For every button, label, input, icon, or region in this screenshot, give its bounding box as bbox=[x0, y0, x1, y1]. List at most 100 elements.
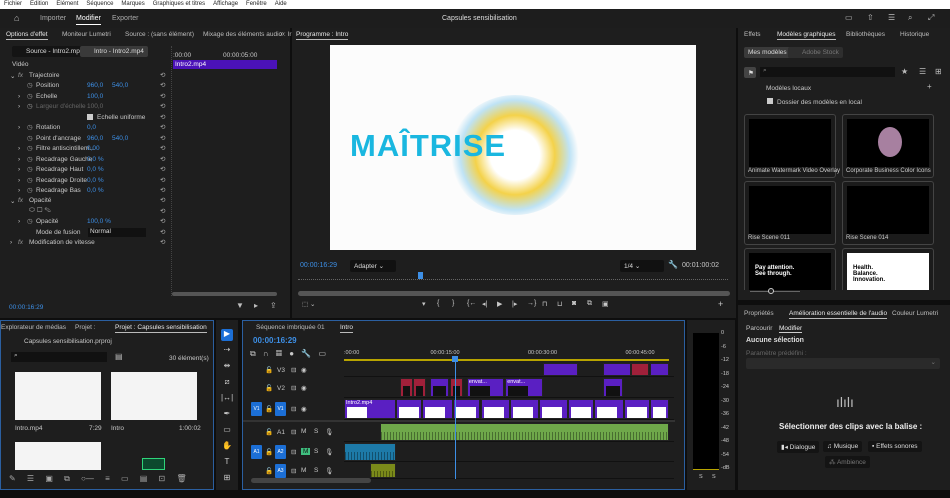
param-value[interactable]: 0,0 % bbox=[87, 177, 104, 184]
play-icon[interactable]: ▶ bbox=[497, 300, 502, 308]
dialogue-button[interactable]: ▮◂ Dialogue bbox=[777, 441, 820, 453]
menu-item-5[interactable]: Graphiques et titres bbox=[153, 1, 205, 7]
clip[interactable] bbox=[453, 399, 481, 419]
effect-row[interactable]: Echelle uniforme ⟲ bbox=[0, 113, 170, 123]
source-patch[interactable]: V1 bbox=[251, 402, 262, 416]
mic-icon[interactable]: 🎙 bbox=[325, 467, 333, 475]
tab-graphics-templates[interactable]: Modèles graphiques bbox=[777, 31, 836, 40]
param-value[interactable]: 960,0 bbox=[87, 82, 103, 89]
param-value[interactable]: 100,0 bbox=[87, 103, 103, 110]
music-button[interactable]: ♫ Musique bbox=[823, 441, 863, 452]
lock-icon[interactable]: 🔓 bbox=[265, 366, 273, 374]
eye-icon[interactable]: ◉ bbox=[301, 384, 307, 392]
blend-mode-select[interactable]: Normal bbox=[88, 227, 146, 237]
effect-row[interactable]: ◷ Position 960,0 540,0 ⟲ bbox=[0, 81, 170, 91]
program-playhead[interactable] bbox=[418, 272, 424, 279]
type-icon[interactable]: T bbox=[221, 457, 233, 469]
reset-icon[interactable]: ⟲ bbox=[160, 228, 165, 236]
compare-icon[interactable]: ⧉ bbox=[587, 300, 592, 308]
reset-icon[interactable]: ⟲ bbox=[160, 71, 165, 79]
mute-button[interactable]: M bbox=[301, 428, 306, 435]
audio-item-icon[interactable] bbox=[142, 458, 165, 470]
lock-icon[interactable]: 🔓 bbox=[265, 448, 273, 456]
clip[interactable] bbox=[568, 399, 595, 419]
expand-icon[interactable]: › bbox=[18, 177, 20, 184]
tab-program[interactable]: Programme : Intro bbox=[296, 31, 349, 40]
stopwatch-icon[interactable]: ◷ bbox=[27, 165, 33, 173]
project-search-input[interactable]: ⌕ bbox=[11, 352, 107, 362]
clip[interactable] bbox=[594, 399, 624, 419]
track-target[interactable]: A3 bbox=[275, 463, 286, 478]
lock-icon[interactable]: 🔓 bbox=[265, 467, 273, 475]
clip[interactable]: envat... bbox=[505, 378, 543, 397]
sync-icon[interactable]: ⊟ bbox=[291, 448, 296, 456]
template-card[interactable]: Rise Scene 014 bbox=[842, 181, 934, 245]
workspace-importer[interactable]: Importer bbox=[40, 15, 66, 22]
clip[interactable] bbox=[623, 399, 650, 419]
effect-row[interactable]: ⬭ ▢ ✎ ⟲ bbox=[0, 207, 170, 217]
effect-row[interactable]: Mode de fusion Normal ⟲ bbox=[0, 227, 170, 238]
template-card[interactable]: Health. Balance. Innovation. bbox=[842, 248, 934, 290]
reset-icon[interactable]: ⟲ bbox=[160, 92, 165, 100]
go-to-in-icon[interactable]: {← bbox=[467, 300, 476, 307]
insert-icon[interactable]: ⊓ bbox=[542, 300, 547, 308]
menu-item-4[interactable]: Marques bbox=[121, 1, 144, 7]
template-card[interactable]: Corporate Business Color Icons bbox=[842, 114, 934, 178]
track-target[interactable]: V1 bbox=[275, 402, 286, 416]
rectangle-icon[interactable]: ▭ bbox=[221, 425, 233, 437]
param-value[interactable]: 0,00 bbox=[87, 145, 100, 152]
effect-timecode[interactable]: 00:00:16:29 bbox=[9, 304, 43, 311]
mask-tools[interactable]: ⬭ ▢ ✎ bbox=[29, 207, 51, 215]
fx-icon[interactable]: fx bbox=[18, 197, 23, 204]
clip[interactable] bbox=[399, 378, 413, 397]
reset-icon[interactable]: ⟲ bbox=[160, 123, 165, 131]
program-scrollbar[interactable] bbox=[298, 291, 730, 296]
tab-essential-sound[interactable]: Amélioration essentielle de l'audio bbox=[789, 310, 888, 319]
effect-row[interactable]: › ◷ Recadrage Droite 0,0 % ⟲ bbox=[0, 176, 170, 186]
mark-out-icon[interactable]: } bbox=[452, 300, 454, 307]
playhead[interactable] bbox=[454, 362, 456, 479]
proxy-icon[interactable]: ▣ bbox=[602, 300, 609, 308]
stopwatch-icon[interactable]: ◷ bbox=[27, 134, 33, 142]
ambience-button[interactable]: ⁂ Ambience bbox=[825, 456, 870, 468]
mark-in-icon[interactable]: { bbox=[437, 300, 439, 307]
selection-tool-icon[interactable]: ▶ bbox=[221, 329, 233, 341]
checkbox[interactable] bbox=[87, 113, 93, 120]
chevron-icon[interactable]: › bbox=[10, 239, 12, 246]
mini-clip[interactable]: Intro2.mp4 bbox=[173, 60, 277, 69]
chevron-icon[interactable]: ⌄ bbox=[10, 72, 15, 80]
step-back-icon[interactable]: ◂| bbox=[482, 300, 487, 308]
stopwatch-icon[interactable]: ◷ bbox=[27, 144, 33, 152]
project-item[interactable] bbox=[15, 372, 101, 420]
menu-item-0[interactable]: Fichier bbox=[4, 1, 22, 7]
effect-row[interactable]: › fx Modification de vitesse ⟲ bbox=[0, 238, 170, 248]
meter-solo-button[interactable]: S bbox=[699, 474, 703, 480]
meter-solo-button[interactable]: S bbox=[712, 474, 716, 480]
param-value[interactable]: 540,0 bbox=[112, 82, 128, 89]
reset-icon[interactable]: ⟲ bbox=[160, 207, 165, 215]
clip[interactable]: Intro2.mp4 bbox=[344, 399, 396, 419]
share-icon[interactable]: ⇧ bbox=[867, 14, 874, 22]
effect-row[interactable]: › ◷ Filtre antiscintillem... 0,00 ⟲ bbox=[0, 144, 170, 154]
param-value[interactable]: 0,0 % bbox=[87, 187, 104, 194]
track-target[interactable]: A2 bbox=[275, 445, 286, 459]
template-search-input[interactable]: ⌕ bbox=[760, 67, 895, 77]
thumbnail-size-slider[interactable] bbox=[750, 288, 800, 294]
timeline-ruler[interactable]: :00:00 00:00:15:00 00:00:30:00 00:00:45:00 bbox=[344, 347, 674, 362]
stopwatch-icon[interactable]: ◷ bbox=[27, 155, 33, 163]
param-value[interactable]: 0,0 % bbox=[87, 166, 104, 173]
filter-icon[interactable]: ▼ bbox=[236, 302, 244, 310]
slip-icon[interactable]: |↔| bbox=[221, 393, 233, 405]
export-frame-icon[interactable]: ◙ bbox=[572, 300, 576, 307]
expand-icon[interactable]: › bbox=[18, 156, 20, 163]
menu-item-6[interactable]: Affichage bbox=[213, 1, 238, 7]
clip[interactable] bbox=[396, 399, 422, 419]
source-patch[interactable]: A1 bbox=[251, 445, 262, 459]
tab-libraries[interactable]: Bibliothèques bbox=[846, 31, 885, 38]
stopwatch-icon[interactable]: ◷ bbox=[27, 123, 33, 131]
clip[interactable] bbox=[649, 363, 669, 376]
tab-lumetri-color[interactable]: Couleur Lumetri bbox=[892, 310, 938, 317]
project-item[interactable] bbox=[15, 442, 101, 470]
stopwatch-icon[interactable]: ◷ bbox=[27, 81, 33, 89]
effect-scrollbar[interactable] bbox=[172, 292, 277, 296]
